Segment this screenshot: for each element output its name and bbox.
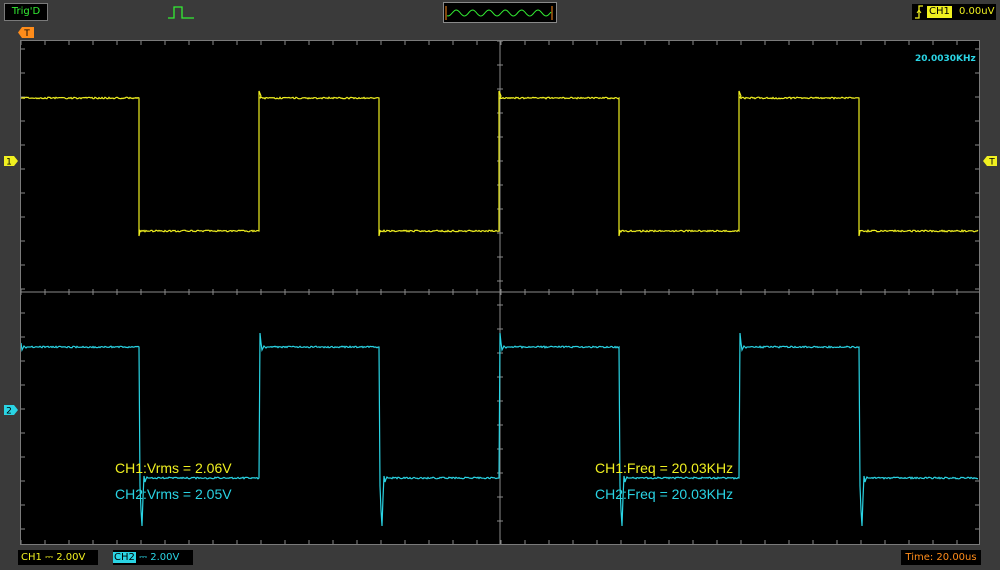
trigger-channel: CH1 <box>927 6 952 18</box>
dc-coupling-icon: ⎓ <box>139 552 147 563</box>
overview-trace <box>444 3 556 22</box>
trigger-position-marker[interactable]: T <box>18 27 34 38</box>
rising-edge-icon <box>914 5 924 19</box>
top-toolbar: Trig'D CH1 0.00uV <box>0 0 1000 24</box>
measurement-ch2-freq: CH2:Freq = 20.03KHz <box>595 486 733 502</box>
svg-text:2: 2 <box>6 407 12 416</box>
svg-text:1: 1 <box>6 158 12 167</box>
ch1-tag: CH1 <box>21 552 42 563</box>
dc-coupling-icon: ⎓ <box>45 552 53 563</box>
frequency-readout: 20.0030KHz <box>915 54 976 64</box>
trigger-level: 0.00uV <box>959 5 994 19</box>
ch1-position-marker[interactable]: 1 <box>4 156 18 166</box>
measurement-ch1-freq: CH1:Freq = 20.03KHz <box>595 460 733 476</box>
ch2-volts-per-div: 2.00V <box>150 552 179 563</box>
ch2-tag: CH2 <box>113 552 136 563</box>
waveform-overview[interactable] <box>443 2 557 23</box>
trigger-level-marker[interactable]: T <box>983 156 997 166</box>
svg-text:T: T <box>988 158 995 167</box>
ch2-scale-box[interactable]: CH2 ⎓ 2.00V <box>113 550 193 565</box>
svg-text:T: T <box>23 29 30 38</box>
bottom-status-bar: CH1 ⎓ 2.00V CH2 ⎓ 2.00V Time: 20.00us <box>0 548 1000 570</box>
ch2-position-marker[interactable]: 2 <box>4 405 18 415</box>
measurement-ch1-vrms: CH1:Vrms = 2.06V <box>115 460 232 476</box>
time-per-div[interactable]: Time: 20.00us <box>901 550 981 565</box>
ch1-scale-box[interactable]: CH1 ⎓ 2.00V <box>18 550 98 565</box>
measurement-ch2-vrms: CH2:Vrms = 2.05V <box>115 486 232 502</box>
trigger-status: Trig'D <box>4 3 48 21</box>
ch1-waveform <box>21 91 978 236</box>
ch1-volts-per-div: 2.00V <box>56 552 85 563</box>
pulse-icon <box>168 4 194 20</box>
trigger-settings[interactable]: CH1 0.00uV <box>912 4 996 20</box>
